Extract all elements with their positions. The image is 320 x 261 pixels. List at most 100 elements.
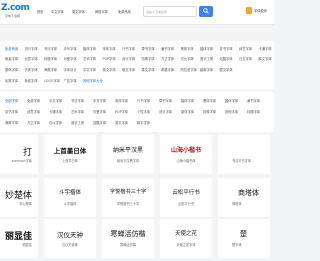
font-card[interactable]: 山海小楷书 山海小楷书体 xyxy=(160,135,212,174)
tag-categories_row2-5[interactable]: POP字体 xyxy=(103,56,116,61)
search-input[interactable]: 请输入字体名称 xyxy=(143,6,197,17)
tag-categories_row4-4[interactable]: 其他字体大全 xyxy=(83,78,103,83)
tag-filters_row1-1[interactable]: 免费字体 xyxy=(27,98,40,103)
font-card[interactable]: 纳米平汉黑 纳米平汉黑字体 xyxy=(102,135,154,174)
tag-categories_row1-3[interactable]: 手写字体 xyxy=(64,46,77,51)
tag-filters_row1-6[interactable]: 行书字体 xyxy=(137,98,150,103)
tag-filters_row1-9[interactable]: 黑体字体 xyxy=(203,98,216,103)
tag-categories_row3-6[interactable]: 俄文字体 xyxy=(122,67,135,72)
tag-categories_row3-5[interactable]: 英文字体 xyxy=(103,67,116,72)
tag-categories_row2-3[interactable]: 可爱字体 xyxy=(64,56,77,61)
tag-filters_row2-1[interactable]: 创意字体 xyxy=(27,109,40,114)
nav-item-chinese[interactable]: 中文字体 xyxy=(51,9,64,14)
tag-filters_row3-6[interactable]: 数字字体 xyxy=(137,120,150,125)
tag-categories_row3-3[interactable]: 字体设计 xyxy=(64,67,77,72)
font-card[interactable]: 商塔体 商塔体 xyxy=(218,178,270,217)
tag-filters_row1-10[interactable]: 圆体字体 xyxy=(225,98,238,103)
tag-categories_row3-11[interactable]: 藏文字体 xyxy=(220,67,233,72)
tag-filters_row1-0[interactable]: 全部字体 xyxy=(5,98,18,103)
tag-filters_row2-11[interactable]: 标题字体 xyxy=(247,109,260,114)
tag-categories_row1-13[interactable]: 卡通字体 xyxy=(259,46,272,51)
tag-categories_row2-9[interactable]: 汉仪字体 xyxy=(181,56,194,61)
tag-categories_row1-5[interactable]: 宋体字体 xyxy=(103,46,116,51)
tag-categories_row2-0[interactable]: 像素字体 xyxy=(5,56,18,61)
tag-filters_row3-4[interactable]: 站酷字体 xyxy=(93,120,106,125)
tag-filters_row1-11[interactable]: 隶书字体 xyxy=(247,98,260,103)
tag-filters_row2-3[interactable]: 艺术字体 xyxy=(71,109,84,114)
tag-categories_row1-4[interactable]: 楷体字体 xyxy=(83,46,96,51)
tag-filters_row3-2[interactable]: 汉仪字体 xyxy=(49,120,62,125)
tag-categories_row3-9[interactable]: 阿拉伯字体 xyxy=(181,67,197,72)
tag-filters_row1-2[interactable]: 中文字体 xyxy=(49,98,62,103)
tag-categories_row3-1[interactable]: 仿宋字体 xyxy=(25,67,38,72)
tag-categories_row1-2[interactable]: 书法字体 xyxy=(44,46,57,51)
search-button[interactable] xyxy=(199,6,213,17)
tag-categories_row4-3[interactable]: 广告字体 xyxy=(64,78,77,83)
tag-categories_row3-7[interactable]: 泰文字体 xyxy=(142,67,155,72)
tag-categories_row1-8[interactable]: 隶书字体 xyxy=(161,46,174,51)
tag-categories_row2-2[interactable]: 标题字体 xyxy=(44,56,57,61)
tag-filters_row3-0[interactable]: 海报字体 xyxy=(5,120,18,125)
tag-filters_row1-5[interactable]: 宋体字体 xyxy=(115,98,128,103)
font-card[interactable]: 寒蝉活仿楷 寒蝉活仿楷 xyxy=(102,219,154,258)
font-card[interactable]: 天使之花 天使之花字体 xyxy=(160,219,212,258)
font-card[interactable]: 云松平行书 云松平行书 xyxy=(160,178,212,217)
tag-categories_row1-10[interactable]: 圆体字体 xyxy=(200,46,213,51)
tag-categories_row4-2[interactable]: LOGO字体 xyxy=(44,78,60,83)
nav-item-english[interactable]: 英文字体 xyxy=(72,9,85,14)
font-card[interactable]: 斗宇楷体 斗宇楷体 xyxy=(44,178,96,217)
tag-categories_row2-13[interactable]: 韩文字体 xyxy=(259,56,272,61)
tag-categories_row3-0[interactable]: 繁体字体 xyxy=(5,67,18,72)
tag-categories_row1-1[interactable]: 流行字体 xyxy=(25,46,38,51)
tag-filters_row2-2[interactable]: 卡通字体 xyxy=(49,109,62,114)
font-card[interactable]: 字悦楷书三十字 字悦楷书三十字 xyxy=(102,178,154,217)
tag-categories_row4-0[interactable]: 毛笔字体 xyxy=(5,78,18,83)
tag-filters_row1-3[interactable]: 书法字体 xyxy=(71,98,84,103)
tag-categories_row1-6[interactable]: 行书字体 xyxy=(122,46,135,51)
tag-filters_row1-7[interactable]: 草书字体 xyxy=(159,98,172,103)
tag-categories_row2-1[interactable]: 创意字体 xyxy=(25,56,38,61)
tag-filters_row2-6[interactable]: 个性字体 xyxy=(137,109,150,114)
tag-filters_row2-7[interactable]: 设计字体 xyxy=(159,109,172,114)
tag-filters_row3-1[interactable]: 方正字体 xyxy=(27,120,40,125)
tag-categories_row2-7[interactable]: 特殊字体 xyxy=(142,56,155,61)
tag-categories_row2-11[interactable]: 站酷字体 xyxy=(220,56,233,61)
site-logo[interactable]: Z.com 字体下载网 xyxy=(0,3,30,21)
tag-categories_row1-11[interactable]: 篆书字体 xyxy=(220,46,233,51)
nav-item-home[interactable]: 首页 xyxy=(37,9,43,14)
font-card[interactable]: 楚楚字体 xyxy=(218,219,270,258)
tag-filters_row2-10[interactable]: 其他字体 xyxy=(225,109,238,114)
tag-categories_row2-10[interactable]: 造字工房 xyxy=(200,56,213,61)
tag-filters_row1-8[interactable]: 楷体字体 xyxy=(181,98,194,103)
font-card[interactable]: 打 common字体 xyxy=(0,135,38,174)
tag-categories_row2-8[interactable]: 方正字体 xyxy=(161,56,174,61)
tag-categories_row3-10[interactable]: 越南字体 xyxy=(200,67,213,72)
tag-categories_row3-8[interactable]: 希腊字体 xyxy=(161,67,174,72)
tag-filters_row3-5[interactable]: 英文字体 xyxy=(115,120,128,125)
tag-categories_row4-1[interactable]: 免费字体 xyxy=(25,78,38,83)
tag-categories_row2-12[interactable]: 日文字体 xyxy=(239,56,252,61)
tag-categories_row1-7[interactable]: 草书字体 xyxy=(142,46,155,51)
tag-filters_row3-3[interactable]: 造字工房 xyxy=(71,120,84,125)
font-card[interactable]: 丽显佳 丽显佳 xyxy=(0,219,38,258)
font-card[interactable]: 汉仪天钟 汉仪天钟体 xyxy=(44,219,96,258)
tag-categories_row2-4[interactable]: 艺术字体 xyxy=(83,56,96,61)
nav-item-web[interactable]: 网络字体 xyxy=(95,9,108,14)
tag-filters_row2-5[interactable]: POP字体 xyxy=(115,109,128,114)
tag-filters_row1-4[interactable]: 手写字体 xyxy=(93,98,106,103)
tag-categories_row3-4[interactable]: 中文字体 xyxy=(83,67,96,72)
tag-categories_row1-0[interactable]: 免费商用 xyxy=(5,46,18,51)
nav-item-free[interactable]: 免费商用 xyxy=(118,9,131,14)
font-card[interactable]: 上首墨日体 上首墨日体 xyxy=(44,135,96,174)
font-card[interactable]: 书法平书字体 xyxy=(218,135,270,174)
tag-filters_row2-0[interactable]: 篆书字体 xyxy=(5,109,18,114)
tag-categories_row1-12[interactable]: 综艺字体 xyxy=(239,46,252,51)
tag-categories_row3-2[interactable]: 海报字体 xyxy=(44,67,57,72)
tag-categories_row2-6[interactable]: 设计字体 xyxy=(122,56,135,61)
tag-filters_row2-9[interactable]: 特殊字体 xyxy=(203,109,216,114)
tag-filters_row2-4[interactable]: 可爱字体 xyxy=(93,109,106,114)
tag-categories_row1-9[interactable]: 黑体字体 xyxy=(181,46,194,51)
tag-filters_row2-8[interactable]: 繁体字体 xyxy=(181,109,194,114)
font-card[interactable]: 妙楚体 字心楚体 xyxy=(0,178,38,217)
font-detect-link[interactable]: 字体检测 xyxy=(246,6,274,17)
